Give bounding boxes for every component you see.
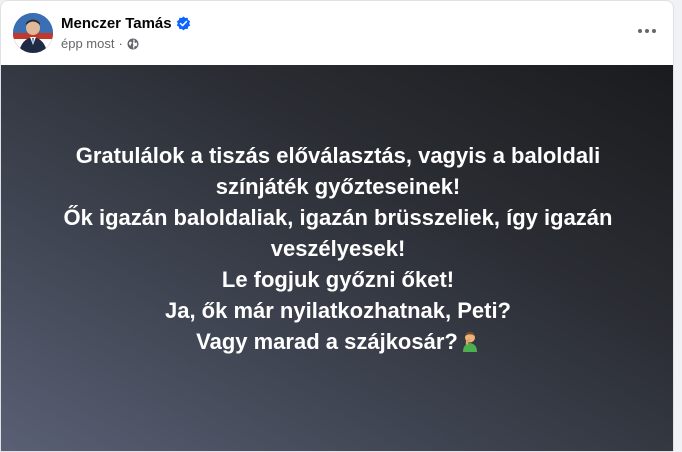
author-avatar[interactable] (13, 13, 53, 53)
post-text-line: Ja, ők már nyilatkozhatnak, Peti? (164, 297, 511, 323)
post-text-line-last: Vagy marad a szájkosár? (28, 326, 648, 357)
post-text: Gratulálok a tiszás előválasztás, vagyis… (28, 140, 648, 357)
post-text-line: veszélyesek! (270, 235, 406, 261)
post-text-line: Ők igazán baloldaliak, igazán brüsszelie… (63, 204, 613, 230)
post-text-line: Vagy marad a szájkosár? (196, 328, 458, 354)
more-options-icon (638, 29, 656, 33)
post-header: Menczer Tamás épp most · (1, 1, 673, 65)
author-row: Menczer Tamás (61, 15, 191, 32)
author-name[interactable]: Menczer Tamás (61, 15, 172, 32)
facebook-post-card: Menczer Tamás épp most · Gratulálok a ti… (0, 0, 674, 452)
post-text-line: Le fogjuk győzni őket! (221, 266, 455, 292)
globe-icon[interactable] (127, 38, 139, 50)
post-meta: épp most · (61, 36, 139, 51)
post-background: Gratulálok a tiszás előválasztás, vagyis… (1, 65, 673, 451)
post-text-line: Gratulálok a tiszás előválasztás, vagyis… (75, 142, 601, 168)
meta-separator: · (118, 36, 123, 51)
person-facepalming-emoji (462, 331, 477, 352)
post-timestamp[interactable]: épp most (61, 36, 114, 51)
more-options-button[interactable] (629, 13, 665, 49)
post-text-line: színjáték győzteseinek! (215, 173, 461, 199)
avatar-image (13, 13, 53, 53)
verified-badge-icon (176, 16, 190, 31)
